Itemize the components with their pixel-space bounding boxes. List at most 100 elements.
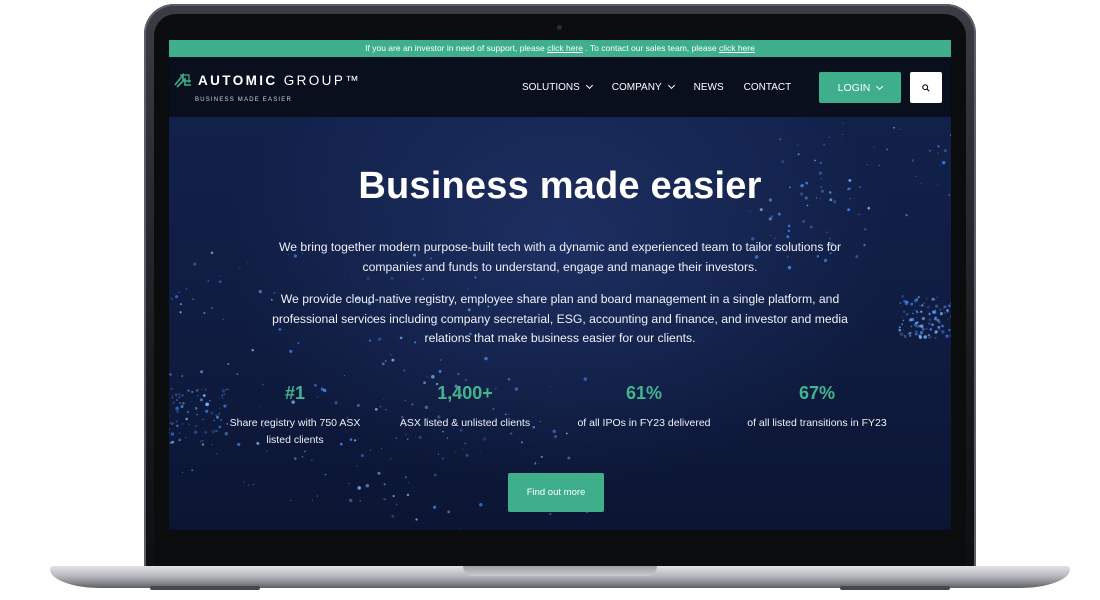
particle-dot bbox=[207, 280, 210, 282]
announcement-bar: If you are an investor in need of suppor… bbox=[169, 40, 951, 57]
particle-dot bbox=[928, 318, 932, 321]
particle-dot bbox=[919, 304, 921, 307]
particle-dot bbox=[433, 473, 437, 477]
particle-dot bbox=[431, 375, 435, 379]
particle-dot bbox=[442, 457, 445, 460]
particle-dot bbox=[842, 122, 844, 124]
brand-name-light: GROUP™ bbox=[283, 73, 362, 88]
particle-dot bbox=[343, 375, 346, 377]
particle-dot bbox=[479, 450, 481, 452]
particle-dot bbox=[943, 149, 948, 153]
investor-support-link[interactable]: click here bbox=[547, 43, 583, 53]
particle-dot bbox=[391, 358, 395, 362]
particle-dot bbox=[172, 401, 175, 404]
particle-dot bbox=[251, 348, 254, 352]
particle-dot bbox=[507, 377, 511, 381]
particle-dot bbox=[427, 376, 429, 378]
particle-dot bbox=[169, 423, 171, 425]
particle-dot bbox=[911, 159, 914, 162]
particle-dot bbox=[886, 148, 888, 151]
particle-dot bbox=[219, 275, 221, 277]
particle-dot bbox=[304, 450, 307, 453]
particle-dot bbox=[921, 316, 925, 321]
particle-dot bbox=[948, 328, 951, 332]
particle-dot bbox=[941, 160, 946, 165]
nav-item-solutions[interactable]: SOLUTIONS bbox=[522, 82, 593, 93]
particle-dot bbox=[390, 353, 392, 356]
particle-dot bbox=[201, 439, 203, 442]
particle-dot bbox=[174, 393, 178, 397]
nav-item-contact[interactable]: CONTACT bbox=[744, 82, 792, 93]
particle-dot bbox=[946, 310, 949, 313]
particle-dot bbox=[360, 454, 364, 458]
particle-dot bbox=[239, 267, 241, 269]
particle-dot bbox=[912, 312, 914, 315]
particle-dot bbox=[178, 291, 180, 293]
particle-dot bbox=[203, 312, 206, 315]
particle-dot bbox=[464, 442, 467, 445]
particle-dot bbox=[899, 302, 902, 304]
particle-dot bbox=[902, 319, 905, 322]
particle-dot bbox=[915, 298, 919, 301]
particle-dot bbox=[779, 138, 782, 141]
particle-dot bbox=[552, 429, 556, 434]
particle-dot bbox=[864, 228, 867, 231]
particle-dot bbox=[385, 498, 387, 500]
nav-item-label: NEWS bbox=[693, 81, 724, 93]
particle-dot bbox=[384, 360, 387, 362]
particle-dot bbox=[583, 377, 588, 381]
particle-dot bbox=[202, 440, 204, 442]
nav-item-news[interactable]: NEWS bbox=[694, 82, 724, 93]
particle-dot bbox=[193, 430, 198, 434]
particle-dot bbox=[903, 335, 906, 337]
hero-paragraph-1: We bring together modern purpose-built t… bbox=[278, 240, 842, 274]
particle-dot bbox=[197, 388, 199, 390]
particle-dot bbox=[777, 212, 781, 216]
particle-dot bbox=[170, 298, 173, 300]
particle-dot bbox=[934, 304, 939, 308]
particle-dot bbox=[192, 298, 194, 300]
particle-dot bbox=[210, 411, 214, 415]
sales-contact-link[interactable]: click here bbox=[719, 43, 755, 53]
particle-dot bbox=[920, 310, 923, 313]
particle-dot bbox=[365, 483, 370, 488]
particle-dot bbox=[484, 356, 488, 361]
particle-dot bbox=[176, 399, 178, 401]
particle-dot bbox=[928, 312, 931, 315]
particle-dot bbox=[392, 495, 395, 498]
stat-ipos: 61% of all IPOs in FY23 delivered bbox=[564, 383, 724, 432]
particle-dot bbox=[204, 430, 208, 434]
particle-dot bbox=[359, 499, 362, 502]
particle-dot bbox=[311, 499, 313, 501]
particle-dot bbox=[910, 325, 913, 328]
announcement-text-1: If you are an investor in need of suppor… bbox=[365, 43, 545, 53]
particle-dot bbox=[802, 219, 806, 223]
particle-dot bbox=[366, 276, 370, 281]
particle-dot bbox=[175, 406, 179, 411]
particle-dot bbox=[432, 505, 437, 509]
find-out-more-button[interactable]: Find out more bbox=[508, 473, 604, 512]
nav-item-company[interactable]: COMPANY bbox=[612, 82, 675, 93]
search-button[interactable] bbox=[910, 72, 942, 103]
particle-dot bbox=[348, 482, 350, 485]
laptop-foot-right bbox=[840, 586, 950, 590]
particle-dot bbox=[916, 326, 918, 328]
particle-dot bbox=[173, 422, 175, 424]
particle-dot bbox=[928, 149, 931, 152]
particle-dot bbox=[941, 330, 945, 334]
particle-dot bbox=[534, 462, 537, 465]
particle-dot bbox=[797, 144, 799, 146]
particle-dot bbox=[191, 469, 194, 472]
login-button[interactable]: LOGIN bbox=[819, 72, 901, 103]
particle-dot bbox=[418, 435, 422, 440]
stat-value: 67% bbox=[798, 383, 836, 403]
particle-dot bbox=[204, 389, 207, 391]
particle-dot bbox=[554, 435, 558, 439]
particle-dot bbox=[187, 410, 190, 414]
particle-dot bbox=[781, 160, 785, 164]
particle-dot bbox=[943, 305, 947, 309]
particle-dot bbox=[208, 399, 211, 402]
particle-dot bbox=[415, 518, 418, 521]
main-navbar: AUTOMIC GROUP™ BUSINESS MADE EASIER SOLU… bbox=[169, 57, 951, 117]
particle-dot bbox=[901, 316, 903, 318]
